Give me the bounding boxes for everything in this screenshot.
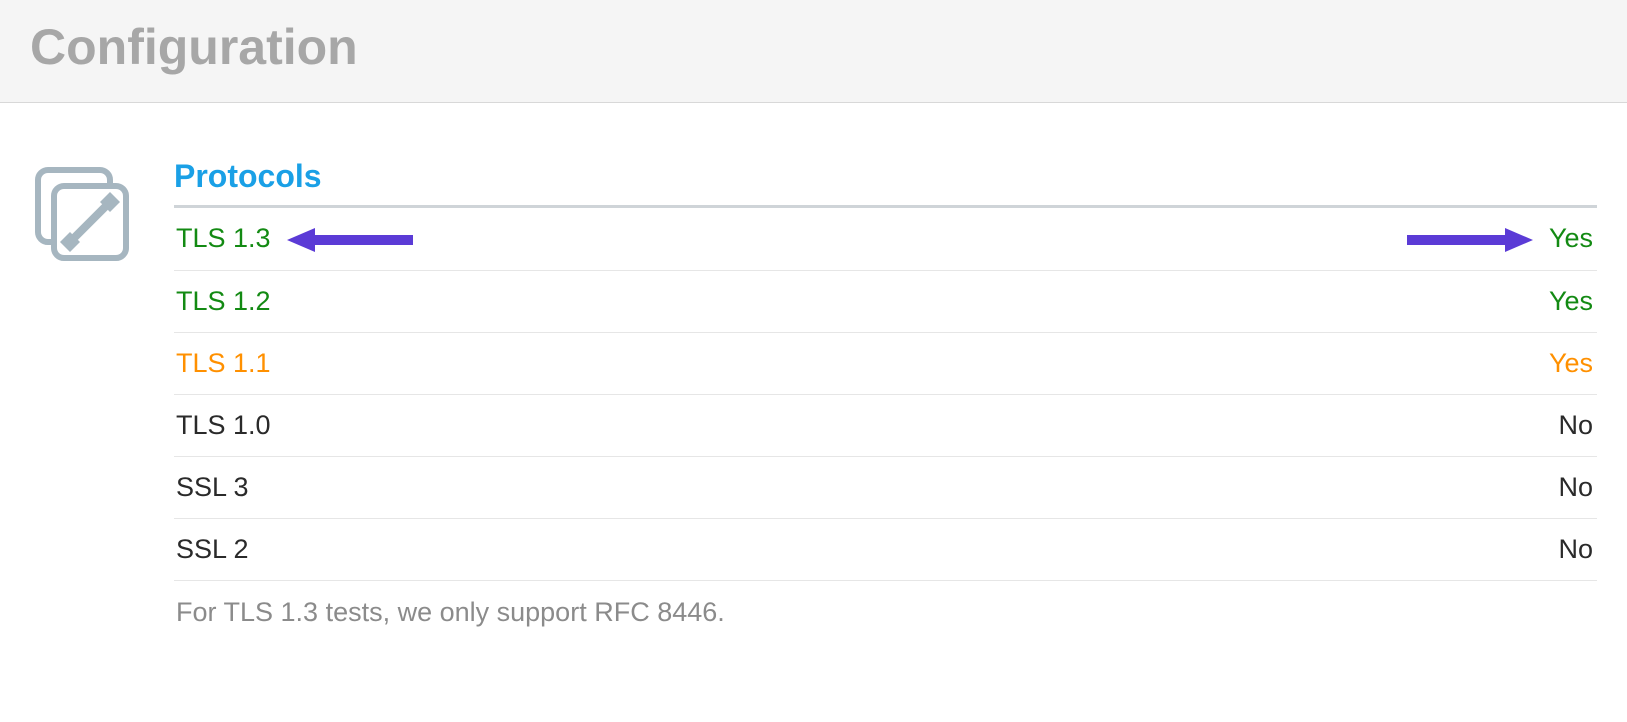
table-row: SSL 3 No [174, 456, 1597, 518]
protocol-status: No [1558, 472, 1593, 502]
protocol-name-cell: TLS 1.3 [174, 208, 970, 270]
protocol-status: No [1558, 534, 1593, 564]
content-area: Protocols TLS 1.3 Yes TLS 1.2 Yes TLS 1.1 Yes… [0, 103, 1627, 658]
protocol-status-cell: Yes [970, 208, 1597, 270]
annotation-arrow-right-icon [1405, 225, 1535, 255]
main-column: Protocols TLS 1.3 Yes TLS 1.2 Yes TLS 1.1 Yes… [174, 158, 1597, 628]
protocol-name-cell: SSL 3 [174, 456, 970, 518]
protocol-status: Yes [1549, 348, 1593, 378]
protocol-name: TLS 1.0 [176, 410, 271, 440]
section-title: Protocols [174, 158, 1597, 205]
protocols-table: TLS 1.3YesTLS 1.2YesTLS 1.1YesTLS 1.0NoS… [174, 208, 1597, 581]
protocol-name: TLS 1.1 [176, 348, 271, 378]
protocol-status: Yes [1549, 286, 1593, 316]
table-row: TLS 1.0 No [174, 394, 1597, 456]
protocols-handshake-icon [30, 162, 134, 266]
protocol-status-cell: Yes [970, 332, 1597, 394]
table-row: TLS 1.1 Yes [174, 332, 1597, 394]
protocol-status-cell: No [970, 456, 1597, 518]
protocol-name: SSL 2 [176, 534, 249, 564]
icon-column [30, 158, 134, 266]
protocol-name: TLS 1.3 [176, 223, 271, 253]
table-row: TLS 1.3 Yes [174, 208, 1597, 270]
protocol-status-cell: Yes [970, 270, 1597, 332]
page-title: Configuration [30, 18, 1627, 76]
table-row: SSL 2 No [174, 518, 1597, 580]
protocol-name-cell: TLS 1.1 [174, 332, 970, 394]
protocol-name: TLS 1.2 [176, 286, 271, 316]
protocol-status-cell: No [970, 518, 1597, 580]
protocol-name: SSL 3 [176, 472, 249, 502]
protocol-name-cell: SSL 2 [174, 518, 970, 580]
protocol-status: Yes [1549, 223, 1593, 253]
table-row: TLS 1.2 Yes [174, 270, 1597, 332]
protocol-status-cell: No [970, 394, 1597, 456]
protocol-status: No [1558, 410, 1593, 440]
protocol-name-cell: TLS 1.2 [174, 270, 970, 332]
protocol-name-cell: TLS 1.0 [174, 394, 970, 456]
annotation-arrow-left-icon [285, 225, 415, 255]
protocols-footnote: For TLS 1.3 tests, we only support RFC 8… [174, 581, 1597, 628]
header-band: Configuration [0, 0, 1627, 103]
